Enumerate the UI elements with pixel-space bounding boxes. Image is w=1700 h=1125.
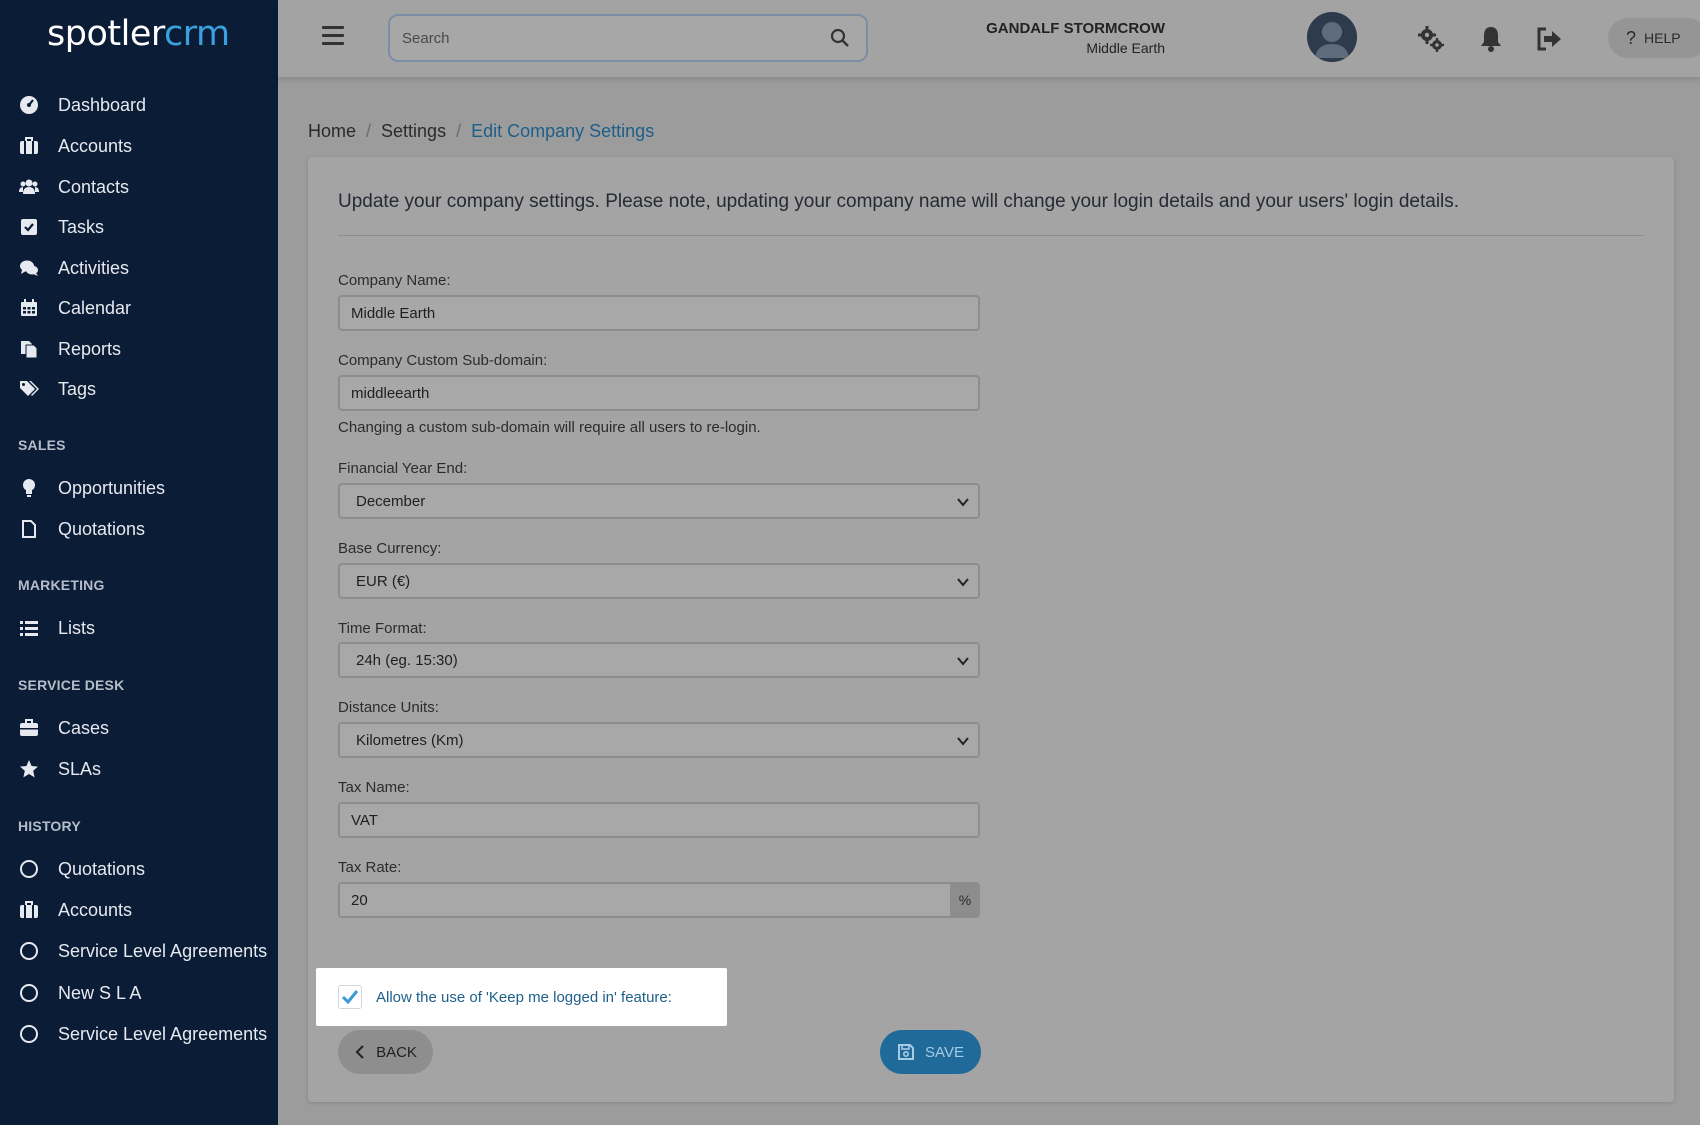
intro-text: Update your company settings. Please not… — [338, 191, 1460, 212]
sidebar-item-tags[interactable]: Tags — [18, 372, 96, 406]
avatar[interactable] — [1307, 12, 1357, 62]
keep-logged-in-row: Allow the use of 'Keep me logged in' fea… — [316, 968, 727, 1026]
chevron-down-icon — [957, 657, 969, 666]
tax-rate-input[interactable] — [340, 884, 978, 916]
sidebar-item-history-sla-2[interactable]: Service Level Agreements — [18, 1017, 267, 1051]
dashboard-icon — [18, 94, 40, 116]
base-currency-label: Base Currency: — [338, 540, 442, 557]
question-icon: ? — [1626, 27, 1637, 48]
tax-rate-label: Tax Rate: — [338, 859, 402, 876]
tax-name-label: Tax Name: — [338, 779, 410, 796]
time-format-select[interactable]: 24h (eg. 15:30) — [338, 642, 980, 678]
sidebar-item-contacts[interactable]: Contacts — [18, 170, 129, 204]
sidebar-item-lists[interactable]: Lists — [18, 611, 95, 645]
breadcrumb: Home / Settings / Edit Company Settings — [308, 121, 655, 142]
distance-units-label: Distance Units: — [338, 699, 439, 716]
sidebar-item-dashboard[interactable]: Dashboard — [18, 88, 146, 122]
breadcrumb-settings[interactable]: Settings — [381, 121, 446, 142]
sidebar-item-cases[interactable]: Cases — [18, 711, 109, 745]
base-currency-select[interactable]: EUR (€) — [338, 563, 980, 599]
toolbox-icon — [18, 717, 40, 739]
chevron-down-icon — [957, 737, 969, 746]
section-title-history: HISTORY — [18, 818, 81, 834]
sidebar-item-history-quotations[interactable]: Quotations — [18, 852, 145, 886]
company-settings-card: Update your company settings. Please not… — [308, 157, 1674, 1102]
notifications-bell-icon[interactable] — [1476, 24, 1506, 54]
time-format-label: Time Format: — [338, 620, 427, 637]
circle-icon — [18, 1023, 40, 1045]
sidebar: spotlercrm Dashboard Accounts Contacts T… — [0, 0, 278, 1125]
spotler-logo[interactable]: spotlercrm — [47, 14, 230, 54]
top-header: GANDALF STORMCROW Middle Earth ? HELP — [278, 0, 1700, 78]
company-name-field-wrap — [338, 295, 980, 331]
sidebar-item-slas[interactable]: SLAs — [18, 752, 101, 786]
tags-icon — [18, 378, 40, 400]
sidebar-item-accounts[interactable]: Accounts — [18, 129, 132, 163]
circle-icon — [18, 858, 40, 880]
section-title-sales: SALES — [18, 437, 66, 453]
subdomain-input[interactable] — [340, 377, 978, 409]
briefcase-icon — [18, 135, 40, 157]
calendar-icon — [18, 297, 40, 319]
chevron-left-icon — [355, 1045, 364, 1059]
circle-icon — [18, 982, 40, 1004]
file-icon — [18, 518, 40, 540]
users-icon — [18, 176, 40, 198]
keep-logged-in-label[interactable]: Allow the use of 'Keep me logged in' fea… — [376, 989, 672, 1006]
tax-name-field-wrap — [338, 802, 980, 838]
search-input[interactable] — [390, 16, 866, 60]
company-name-label: Company Name: — [338, 272, 451, 289]
star-icon — [18, 758, 40, 780]
sidebar-item-history-accounts[interactable]: Accounts — [18, 893, 132, 927]
briefcase-icon — [18, 899, 40, 921]
list-icon — [18, 617, 40, 639]
subdomain-field-wrap — [338, 375, 980, 411]
company-name-input[interactable] — [340, 297, 978, 329]
circle-icon — [18, 940, 40, 962]
user-organisation: Middle Earth — [1086, 40, 1165, 56]
save-icon — [898, 1044, 915, 1060]
sidebar-item-calendar[interactable]: Calendar — [18, 291, 131, 325]
settings-gears-icon[interactable] — [1416, 24, 1446, 54]
sidebar-item-history-new-sla[interactable]: New S L A — [18, 976, 141, 1010]
section-title-service-desk: SERVICE DESK — [18, 677, 125, 693]
menu-toggle-button[interactable] — [322, 26, 344, 46]
breadcrumb-current: Edit Company Settings — [471, 121, 655, 141]
subdomain-help-text: Changing a custom sub-domain will requir… — [338, 419, 761, 436]
sidebar-item-activities[interactable]: Activities — [18, 251, 129, 285]
sidebar-item-history-sla-1[interactable]: Service Level Agreements — [18, 934, 267, 968]
back-button[interactable]: BACK — [338, 1030, 433, 1074]
breadcrumb-home[interactable]: Home — [308, 121, 356, 142]
tax-name-input[interactable] — [340, 804, 978, 836]
save-button[interactable]: SAVE — [880, 1030, 981, 1074]
divider — [338, 235, 1644, 236]
checkbox-icon — [18, 216, 40, 238]
financial-year-end-select[interactable]: December — [338, 483, 980, 519]
search-icon[interactable] — [830, 28, 850, 48]
help-button[interactable]: ? HELP — [1608, 18, 1700, 58]
tax-rate-field-wrap: % — [338, 882, 980, 918]
hamburger-icon — [322, 26, 344, 29]
user-name[interactable]: GANDALF STORMCROW — [986, 20, 1165, 37]
section-title-marketing: MARKETING — [18, 577, 105, 593]
sidebar-item-opportunities[interactable]: Opportunities — [18, 471, 165, 505]
lightbulb-icon — [18, 477, 40, 499]
logout-icon[interactable] — [1534, 24, 1564, 54]
sidebar-item-quotations[interactable]: Quotations — [18, 512, 145, 546]
subdomain-label: Company Custom Sub-domain: — [338, 352, 548, 369]
sidebar-item-reports[interactable]: Reports — [18, 332, 121, 366]
chevron-down-icon — [957, 578, 969, 587]
sidebar-item-tasks[interactable]: Tasks — [18, 210, 104, 244]
chevron-down-icon — [957, 498, 969, 507]
distance-units-select[interactable]: Kilometres (Km) — [338, 722, 980, 758]
financial-year-end-label: Financial Year End: — [338, 460, 468, 477]
keep-logged-in-checkbox[interactable] — [338, 985, 362, 1009]
percent-addon: % — [950, 882, 980, 918]
checkmark-icon — [341, 990, 359, 1005]
search-box — [388, 14, 868, 62]
copy-icon — [18, 338, 40, 360]
comments-icon — [18, 257, 40, 279]
